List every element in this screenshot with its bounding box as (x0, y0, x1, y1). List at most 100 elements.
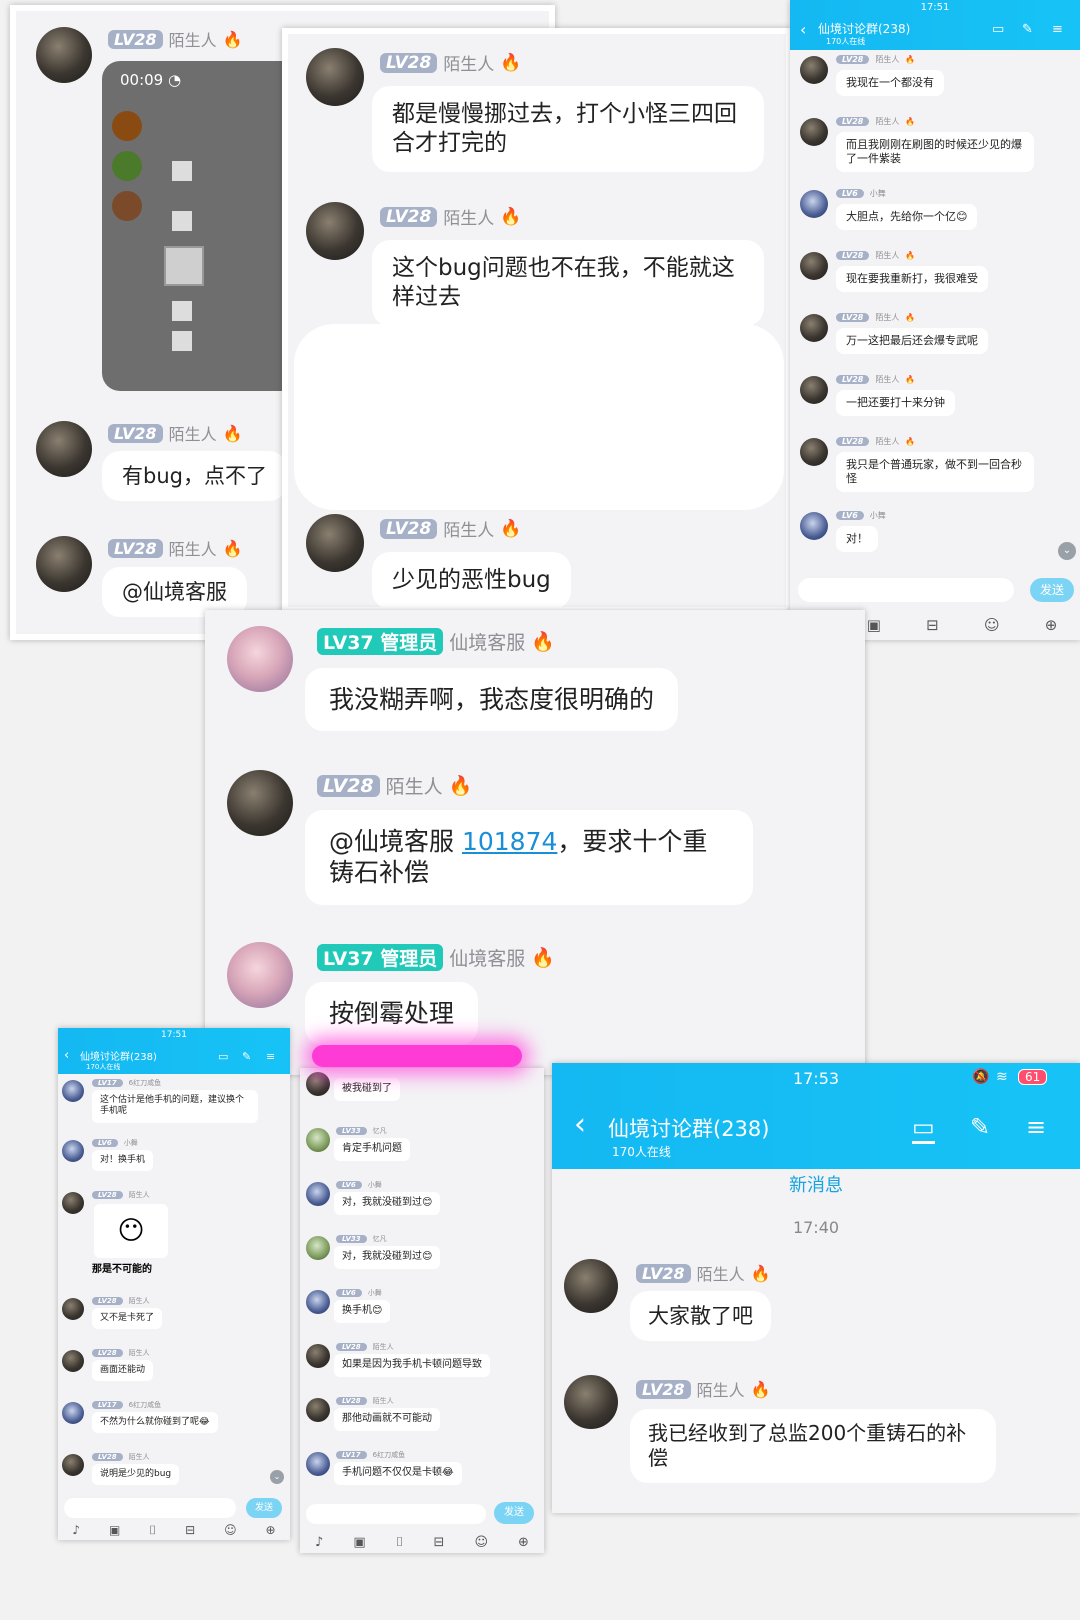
message-bubble[interactable]: 而且我刚刚在刷图的时候还少见的爆了一件紫装 (836, 132, 1034, 172)
message-bubble[interactable]: 对！换手机 (92, 1150, 154, 1172)
message-bubble[interactable]: 说明是少见的bug (92, 1464, 180, 1486)
avatar[interactable] (306, 1452, 330, 1476)
sender-name[interactable]: 陌生人 (875, 250, 899, 261)
avatar[interactable] (564, 1375, 618, 1429)
sender-name[interactable]: 陌生人 (129, 1348, 150, 1358)
chat-tab-icon[interactable]: ▭ (912, 1113, 935, 1144)
avatar[interactable] (306, 1072, 330, 1096)
avatar[interactable] (62, 1080, 84, 1102)
avatar[interactable] (227, 626, 293, 692)
sender-name[interactable]: 陌生人 (697, 1377, 745, 1401)
message-bubble[interactable]: 那他动画就不可能动 (334, 1408, 440, 1431)
sender-name[interactable]: 陌生人 (875, 312, 899, 323)
photo-icon[interactable]: ▣ (867, 616, 881, 634)
send-button[interactable]: 发送 (494, 1502, 534, 1524)
sender-name[interactable]: 陌生人 (875, 374, 899, 385)
message-bubble[interactable]: 我没糊弄啊，我态度很明确的 (305, 668, 679, 732)
sender-name[interactable]: 陌生人 (169, 27, 217, 51)
emoji-icon[interactable]: ☺ (224, 1523, 237, 1537)
message-bubble[interactable]: 画面还能动 (92, 1360, 154, 1382)
avatar[interactable] (306, 1344, 330, 1368)
photo-icon[interactable]: ▣ (109, 1523, 120, 1537)
avatar[interactable] (227, 770, 293, 836)
sender-name[interactable]: 6红刀咸鱼 (129, 1078, 161, 1088)
avatar[interactable] (306, 1290, 330, 1314)
avatar[interactable] (62, 1454, 84, 1476)
avatar[interactable] (36, 421, 92, 477)
avatar[interactable] (227, 942, 293, 1008)
message-bubble[interactable]: 又不是卡死了 (92, 1308, 163, 1330)
sender-name[interactable]: 6红刀咸鱼 (129, 1400, 161, 1410)
sender-name[interactable]: 忆凡 (373, 1234, 387, 1244)
camera-icon[interactable]: ⌷ (396, 1535, 404, 1550)
avatar[interactable] (62, 1350, 84, 1372)
message-bubble[interactable]: 被我碰到了 (334, 1078, 400, 1101)
back-icon[interactable]: ‹ (64, 1048, 69, 1063)
gift-icon[interactable]: ⊟ (434, 1535, 445, 1550)
message-bubble[interactable]: 换手机😊 (334, 1300, 391, 1323)
group-title[interactable]: 仙境讨论群(238) (818, 20, 910, 37)
avatar[interactable] (306, 202, 364, 260)
message-bubble[interactable]: 手机问题不仅仅是卡顿😂 (334, 1462, 462, 1485)
avatar[interactable] (306, 1398, 330, 1422)
send-button[interactable]: 发送 (246, 1498, 282, 1518)
gift-icon[interactable]: ⊟ (926, 616, 939, 634)
avatar[interactable] (306, 1128, 330, 1152)
sender-name[interactable]: 陌生人 (697, 1261, 745, 1285)
sender-name[interactable]: 小舞 (870, 510, 886, 521)
avatar[interactable] (62, 1402, 84, 1424)
sender-name[interactable]: 陌生人 (169, 536, 217, 560)
message-input[interactable] (798, 578, 1014, 602)
avatar[interactable] (62, 1192, 84, 1214)
edit-icon[interactable]: ✎ (242, 1050, 251, 1063)
message-bubble[interactable]: 大胆点，先给你一个亿😊 (836, 204, 978, 230)
avatar[interactable] (800, 190, 828, 218)
sender-name[interactable]: 陌生人 (373, 1342, 394, 1352)
avatar[interactable] (800, 118, 828, 146)
sender-name[interactable]: 小舞 (870, 188, 886, 199)
sender-name[interactable]: 陌生人 (169, 421, 217, 445)
chat-tab-icon[interactable]: ▭ (992, 22, 1004, 37)
menu-icon[interactable]: ≡ (1026, 1113, 1046, 1141)
sender-name[interactable]: 陌生人 (443, 516, 494, 541)
message-bubble[interactable]: 不然为什么就你碰到了呢😂 (92, 1412, 218, 1434)
message-bubble[interactable]: 这个bug问题也不在我，不能就这样过去 (372, 240, 764, 326)
group-title[interactable]: 仙境讨论群(238) (80, 1048, 157, 1063)
avatar[interactable] (564, 1259, 618, 1313)
message-bubble[interactable]: 按倒霉处理 (305, 982, 479, 1046)
message-bubble[interactable]: 这个估计是他手机的问题，建议换个手机呢 (92, 1090, 258, 1123)
avatar[interactable] (306, 514, 364, 572)
edit-icon[interactable]: ✎ (970, 1113, 990, 1141)
sender-name[interactable]: 陌生人 (443, 50, 494, 75)
camera-icon[interactable]: ⌷ (149, 1523, 156, 1538)
plus-icon[interactable]: ⊕ (518, 1535, 529, 1550)
message-bubble[interactable]: 我只是个普通玩家，做不到一回合秒怪 (836, 452, 1034, 492)
message-bubble[interactable]: 少见的恶性bug (372, 552, 571, 607)
message-input[interactable] (64, 1498, 236, 1518)
gift-icon[interactable]: ⊟ (185, 1523, 195, 1537)
menu-icon[interactable]: ≡ (266, 1050, 275, 1063)
meme-sticker[interactable]: 😶 (94, 1204, 168, 1258)
game-video-thumbnail[interactable]: 00:09 ◔ (102, 61, 302, 391)
message-bubble[interactable]: 有bug，点不了 (102, 451, 287, 502)
message-bubble[interactable]: 万一这把最后还会爆专武呢 (836, 328, 988, 354)
sender-name[interactable]: 陌生人 (129, 1452, 150, 1462)
sender-name[interactable]: 陌生人 (373, 1396, 394, 1406)
mic-icon[interactable]: ♪ (315, 1535, 323, 1550)
back-icon[interactable]: ‹ (574, 1107, 586, 1142)
avatar[interactable] (306, 1236, 330, 1260)
sender-name[interactable]: 陌生人 (875, 54, 899, 65)
avatar[interactable] (36, 27, 92, 83)
emoji-icon[interactable]: ☺ (984, 616, 1000, 634)
sender-name[interactable]: 仙境客服 (449, 944, 525, 971)
avatar[interactable] (800, 512, 828, 540)
avatar[interactable] (306, 48, 364, 106)
emoji-icon[interactable]: ☺ (474, 1535, 488, 1550)
avatar[interactable] (800, 56, 828, 84)
message-bubble[interactable]: 现在要我重新打，我很难受 (836, 266, 988, 292)
scroll-down-icon[interactable]: ⌄ (1058, 542, 1076, 560)
message-bubble[interactable]: 我现在一个都没有 (836, 70, 944, 96)
sender-name[interactable]: 陌生人 (386, 772, 443, 799)
message-bubble[interactable]: 大家散了吧 (630, 1291, 771, 1342)
back-icon[interactable]: ‹ (800, 20, 806, 39)
